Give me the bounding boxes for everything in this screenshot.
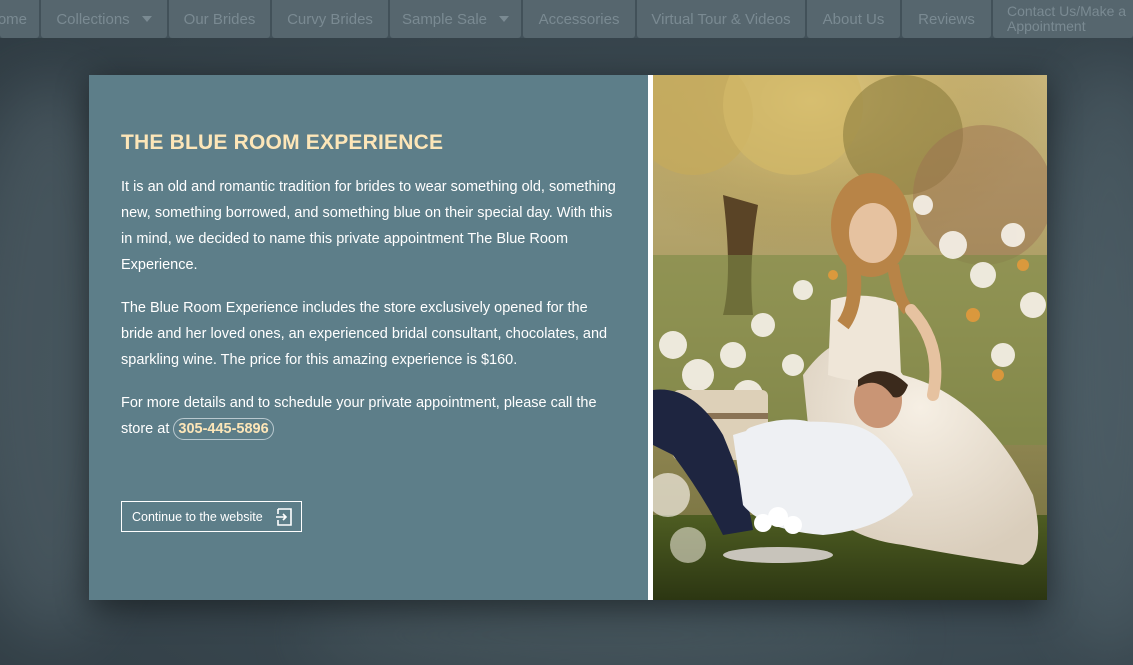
- modal-paragraph: It is an old and romantic tradition for …: [121, 179, 616, 273]
- exit-icon: [275, 508, 293, 529]
- nav-item-about-us[interactable]: About Us: [807, 0, 900, 38]
- nav-item-label: ome: [0, 10, 27, 28]
- nav-item-label: About Us: [822, 10, 885, 28]
- nav-item-home[interactable]: ome: [0, 0, 39, 38]
- nav-item-label: Our Brides: [183, 10, 256, 28]
- blue-room-modal: THE BLUE ROOM EXPERIENCE It is an old an…: [89, 75, 1047, 600]
- background-blur: [1040, 60, 1133, 660]
- continue-button-label: Continue to the website: [132, 509, 263, 524]
- nav-item-collections[interactable]: Collections: [41, 0, 167, 38]
- modal-title: THE BLUE ROOM EXPERIENCE: [121, 131, 444, 154]
- nav-item-label: Appointment: [1007, 18, 1086, 34]
- nav-item-accessories[interactable]: Accessories: [523, 0, 635, 38]
- nav-item-label: Curvy Brides: [287, 10, 373, 28]
- nav-item-curvy-brides[interactable]: Curvy Brides: [272, 0, 388, 38]
- couple-photo: [653, 75, 1047, 600]
- nav-item-label: Reviews: [918, 10, 975, 28]
- chevron-down-icon: [499, 16, 510, 22]
- nav-item-reviews[interactable]: Reviews: [902, 0, 991, 38]
- background-blur: [300, 590, 900, 665]
- continue-to-website-button[interactable]: Continue to the website: [121, 501, 302, 532]
- wedding-couple-image: [653, 75, 1047, 600]
- modal-text-panel: THE BLUE ROOM EXPERIENCE It is an old an…: [89, 75, 648, 600]
- nav-item-label: Sample Sale: [401, 10, 488, 28]
- chevron-down-icon: [141, 16, 152, 22]
- main-navigation: ome Collections Our Brides Curvy Brides …: [0, 0, 1133, 38]
- nav-item-label: Contact Us/Make a: [1007, 3, 1127, 19]
- nav-item-virtual-tour[interactable]: Virtual Tour & Videos: [637, 0, 805, 38]
- nav-item-sample-sale[interactable]: Sample Sale: [390, 0, 521, 38]
- nav-item-our-brides[interactable]: Our Brides: [169, 0, 270, 38]
- modal-paragraph: For more details and to schedule your pr…: [121, 390, 618, 442]
- nav-item-label: Virtual Tour & Videos: [651, 10, 791, 28]
- phone-link[interactable]: 305-445-5896: [173, 418, 274, 440]
- nav-item-label: Collections: [56, 10, 130, 28]
- nav-item-contact[interactable]: Contact Us/Make a Appointment: [993, 0, 1133, 38]
- nav-item-label: Accessories: [538, 10, 620, 28]
- modal-paragraph: The Blue Room Experience includes the st…: [121, 300, 608, 368]
